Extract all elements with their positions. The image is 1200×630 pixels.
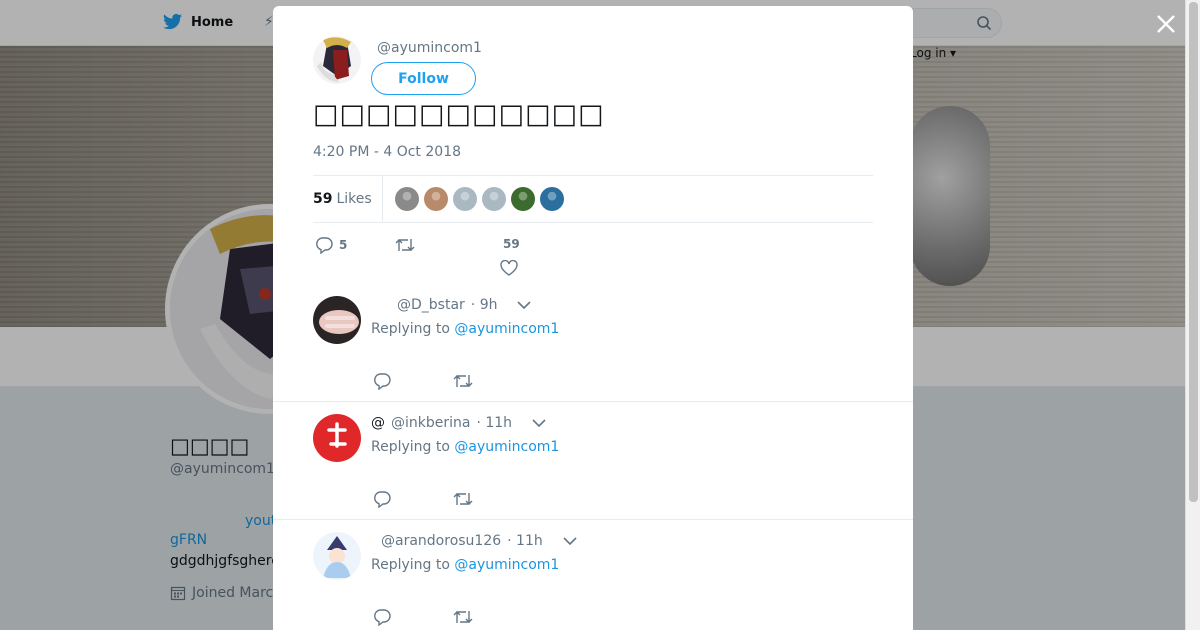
tweet-author-handle[interactable]: @ayumincom1 (377, 40, 482, 56)
retweet-action[interactable] (395, 236, 415, 254)
reply-handle[interactable]: @D_bstar (397, 297, 465, 313)
retweet-icon[interactable] (453, 490, 473, 508)
likes-label: Likes (336, 191, 372, 207)
reply-count: 5 (339, 238, 348, 252)
tweet-author-avatar-art (313, 36, 361, 84)
chevron-down-icon[interactable] (517, 300, 532, 310)
reply-icon (316, 237, 333, 254)
reply-avatar[interactable] (313, 532, 361, 580)
liker-avatar[interactable] (510, 187, 535, 211)
reply-actions (371, 372, 671, 394)
reply-icon[interactable] (373, 372, 391, 390)
reply-actions (371, 490, 671, 512)
reply-header: @arandorosu126 · 11h (375, 533, 577, 549)
reply-handle[interactable]: @inkberina (391, 415, 470, 431)
follow-button[interactable]: Follow (371, 62, 476, 95)
page-scrollbar[interactable] (1185, 0, 1200, 630)
close-icon (1157, 15, 1175, 33)
reply-time[interactable]: · 11h (476, 415, 512, 431)
replying-prefix: Replying to (371, 557, 450, 573)
like-count-display: 59 (503, 237, 520, 251)
liker-avatar[interactable] (539, 187, 564, 211)
chevron-down-icon[interactable] (563, 536, 577, 546)
reply-actions (371, 608, 671, 630)
likes-count: 59 (313, 191, 333, 207)
replying-prefix: Replying to (371, 439, 450, 455)
reply-header: @D_bstar · 9h (391, 297, 532, 313)
likes-stat[interactable]: 59 Likes (313, 176, 383, 222)
like-action[interactable] (500, 260, 518, 276)
liker-avatar[interactable] (481, 187, 506, 211)
reply-avatar[interactable] (313, 296, 361, 344)
replying-to-link[interactable]: @ayumincom1 (454, 321, 559, 337)
replying-to-link[interactable]: @ayumincom1 (454, 439, 559, 455)
reply-icon[interactable] (373, 608, 391, 626)
replying-to: Replying to @ayumincom1 (371, 439, 559, 455)
tweet-text: □□□□□□□□□□□ (313, 99, 605, 130)
reply-time[interactable]: · 11h (507, 533, 543, 549)
replying-to: Replying to @ayumincom1 (371, 557, 559, 573)
tweet-author-avatar[interactable] (313, 36, 361, 84)
liker-avatar[interactable] (423, 187, 448, 211)
retweet-icon[interactable] (453, 608, 473, 626)
reply-avatar-art (313, 532, 361, 580)
heart-icon (500, 260, 518, 276)
reply-tweet[interactable]: @D_bstar · 9h Replying to @ayumincom1 (273, 284, 913, 402)
scrollbar-thumb[interactable] (1189, 2, 1198, 502)
tweet-timestamp[interactable]: 4:20 PM - 4 Oct 2018 (313, 144, 461, 160)
tweet-permalink-modal: @ayumincom1 Follow □□□□□□□□□□□ 4:20 PM -… (273, 6, 913, 630)
chevron-down-icon[interactable] (532, 418, 546, 428)
reply-action[interactable]: 5 (315, 236, 347, 254)
reply-tweet[interactable]: @ @inkberina · 11h Replying to @ayuminco… (273, 402, 913, 520)
replying-to-link[interactable]: @ayumincom1 (454, 557, 559, 573)
replying-to: Replying to @ayumincom1 (371, 321, 559, 337)
retweet-icon[interactable] (453, 372, 473, 390)
reply-avatar-art (313, 296, 361, 344)
reply-tweet[interactable]: @arandorosu126 · 11h Replying to @ayumin… (273, 520, 913, 630)
tweet-stats: 59 Likes (313, 175, 873, 223)
tweet-actions: 5 59 (313, 234, 873, 284)
close-modal-button[interactable] (1150, 8, 1182, 40)
likers-avatars (394, 187, 564, 211)
reply-icon[interactable] (373, 490, 391, 508)
reply-avatar[interactable] (313, 414, 361, 462)
liker-avatar[interactable] (452, 187, 477, 211)
reply-handle[interactable]: @arandorosu126 (381, 533, 501, 549)
replying-prefix: Replying to (371, 321, 450, 337)
reply-header: @ @inkberina · 11h (371, 415, 546, 431)
reply-time[interactable]: · 9h (471, 297, 498, 313)
retweet-icon (395, 239, 415, 251)
reply-avatar-art (313, 414, 361, 462)
liker-avatar[interactable] (394, 187, 419, 211)
reply-at: @ (371, 415, 385, 431)
